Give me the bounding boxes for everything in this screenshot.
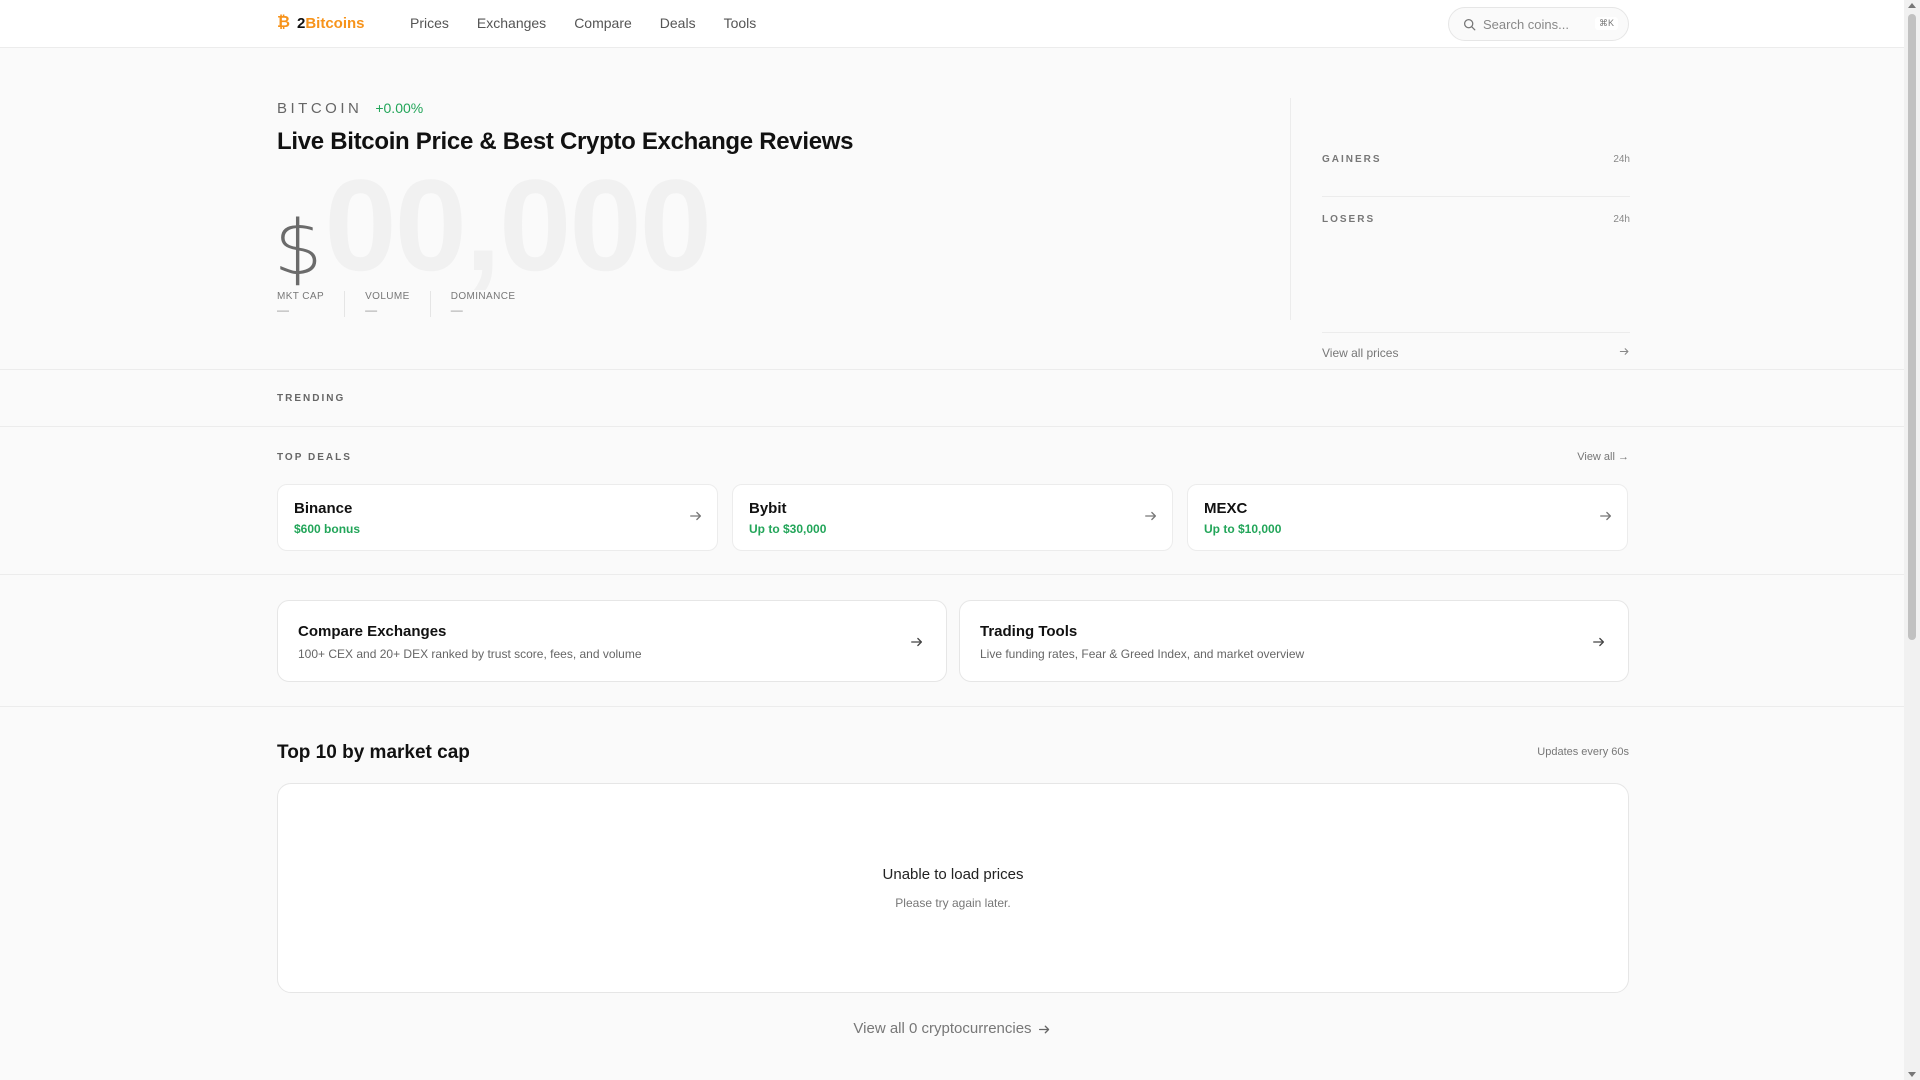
error-title: Unable to load prices <box>882 866 1024 883</box>
vertical-scrollbar[interactable] <box>1904 0 1920 1080</box>
deal-offer: Up to $10,000 <box>1204 522 1282 536</box>
feature-section: Compare Exchanges 100+ CEX and 20+ DEX r… <box>0 575 1904 707</box>
coin-label: BITCOIN +0.00% <box>277 100 423 117</box>
stat-value: — <box>365 303 378 317</box>
trending-section: TRENDING <box>0 370 1904 427</box>
arrow-right-icon <box>1600 511 1612 521</box>
nav-deals[interactable]: Deals <box>660 15 696 31</box>
stat-label: MKT CAP <box>277 291 325 302</box>
deal-name: Binance <box>294 500 353 517</box>
price-placeholder: 00,000 <box>324 152 712 298</box>
nav-tools[interactable]: Tools <box>724 15 757 31</box>
deal-name: MEXC <box>1204 500 1248 517</box>
logo-accent: Bitcoins <box>305 14 365 32</box>
page: ₿ 2Bitcoins Prices Exchanges Compare Dea… <box>0 0 1904 1080</box>
divider <box>1322 332 1630 333</box>
main-nav: Prices Exchanges Compare Deals Tools <box>410 15 784 31</box>
arrow-right-icon <box>911 637 923 647</box>
deals-header: TOP DEALS View all → <box>277 451 1629 463</box>
market-stats: MKT CAP — VOLUME — DOMINANCE — <box>277 291 555 317</box>
stat-dominance: DOMINANCE — <box>451 291 536 317</box>
stat-label: DOMINANCE <box>450 291 516 302</box>
arrow-right-icon <box>690 511 702 521</box>
deal-offer: $600 bonus <box>294 522 361 536</box>
top-deals-section: TOP DEALS View all → Binance $600 bonus … <box>0 427 1904 575</box>
top10-heading: Top 10 by market cap <box>277 742 470 763</box>
stat-value: — <box>450 303 463 317</box>
scroll-down-arrow-icon[interactable] <box>1908 1072 1916 1077</box>
bitcoin-price: $ 00,000 <box>274 152 712 298</box>
search-shortcut-badge: ⌘K <box>1594 17 1618 30</box>
movers-panel: GAINERS 24h LOSERS 24h View all prices <box>1290 98 1630 360</box>
arrow-right-icon <box>1038 1025 1049 1033</box>
coin-name: BITCOIN <box>277 100 363 117</box>
view-all-prices-link[interactable]: View all prices <box>1322 346 1630 360</box>
deals-label: TOP DEALS <box>277 451 352 463</box>
losers-header: LOSERS 24h <box>1322 214 1630 225</box>
top-navbar: ₿ 2Bitcoins Prices Exchanges Compare Dea… <box>0 0 1904 48</box>
currency-symbol: $ <box>274 203 323 292</box>
bitcoin-icon: ₿ <box>277 14 291 31</box>
compare-exchanges-card[interactable]: Compare Exchanges 100+ CEX and 20+ DEX r… <box>277 600 947 682</box>
trending-label: TRENDING <box>277 393 346 404</box>
stat-value: — <box>277 303 289 317</box>
nav-exchanges[interactable]: Exchanges <box>477 15 546 31</box>
error-subtitle: Please try again later. <box>895 896 1011 910</box>
divider <box>1322 196 1630 197</box>
feature-title: Compare Exchanges <box>298 623 447 640</box>
deal-card-binance[interactable]: Binance $600 bonus <box>277 484 718 551</box>
search-input[interactable]: Search coins... ⌘K <box>1448 7 1629 41</box>
deal-card-mexc[interactable]: MEXC Up to $10,000 <box>1187 484 1628 551</box>
feature-description: Live funding rates, Fear & Greed Index, … <box>980 647 1305 661</box>
hero-section: BITCOIN +0.00% Live Bitcoin Price & Best… <box>0 48 1904 370</box>
gainers-label: GAINERS <box>1322 154 1382 165</box>
view-all-coins-label: View all 0 cryptocurrencies <box>853 1020 1032 1037</box>
gainers-period: 24h <box>1613 154 1630 165</box>
stat-market-cap: MKT CAP — <box>277 291 346 317</box>
stat-volume: VOLUME — <box>365 291 431 317</box>
losers-label: LOSERS <box>1322 214 1376 225</box>
view-all-prices-label: View all prices <box>1322 346 1399 360</box>
deal-offer: Up to $30,000 <box>749 522 827 536</box>
search-placeholder: Search coins... <box>1483 16 1569 32</box>
logo-text: 2Bitcoins <box>297 15 365 32</box>
losers-period: 24h <box>1613 214 1630 225</box>
scroll-up-arrow-icon[interactable] <box>1908 3 1916 8</box>
arrow-right-icon <box>1619 348 1629 355</box>
trading-tools-card[interactable]: Trading Tools Live funding rates, Fear &… <box>959 600 1629 682</box>
arrow-right-icon <box>1593 637 1605 647</box>
deal-card-bybit[interactable]: Bybit Up to $30,000 <box>732 484 1173 551</box>
prices-table: Unable to load prices Please try again l… <box>277 783 1629 993</box>
price-change: +0.00% <box>375 100 424 116</box>
update-interval-note: Updates every 60s <box>1537 746 1629 758</box>
arrow-right-icon <box>1145 511 1157 521</box>
nav-prices[interactable]: Prices <box>410 15 449 31</box>
feature-title: Trading Tools <box>980 623 1078 640</box>
nav-compare[interactable]: Compare <box>574 15 632 31</box>
deal-name: Bybit <box>749 500 787 517</box>
site-logo[interactable]: ₿ 2Bitcoins <box>277 14 365 32</box>
stat-label: VOLUME <box>365 291 410 302</box>
scrollbar-thumb[interactable] <box>1908 14 1916 640</box>
gainers-header: GAINERS 24h <box>1322 154 1630 165</box>
view-all-cryptocurrencies-link[interactable]: View all 0 cryptocurrencies <box>0 1020 1904 1037</box>
deals-view-all-link[interactable]: View all → <box>1577 451 1629 463</box>
feature-description: 100+ CEX and 20+ DEX ranked by trust sco… <box>298 647 642 661</box>
search-icon <box>1463 18 1476 30</box>
